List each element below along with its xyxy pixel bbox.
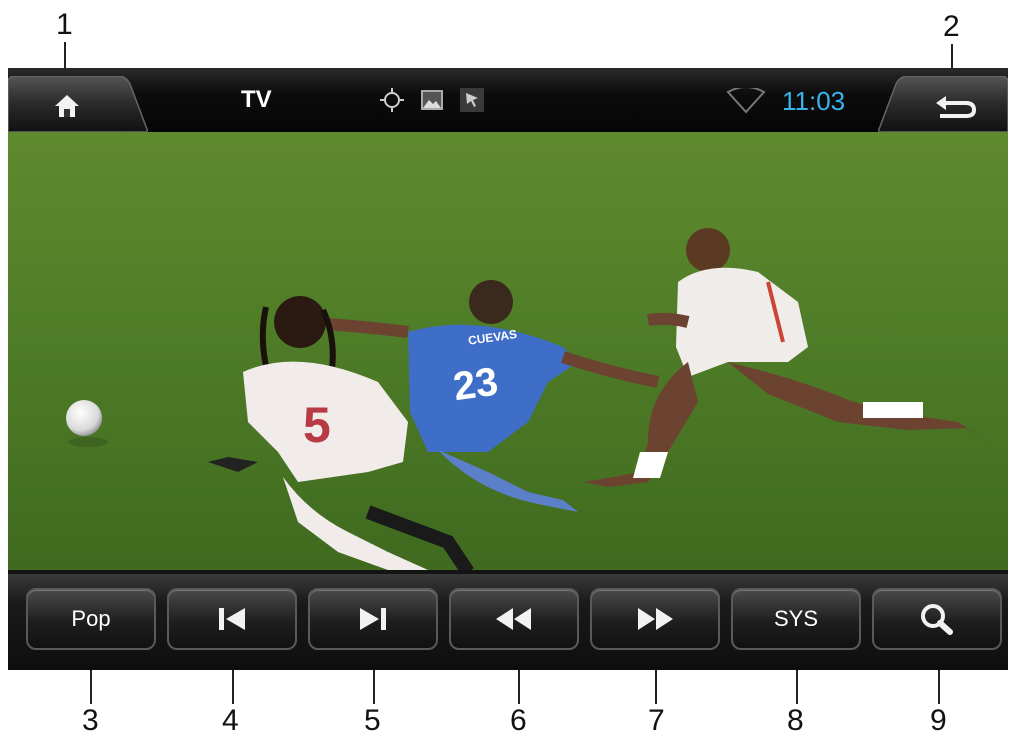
callout-7: 7 bbox=[648, 704, 665, 737]
callout-4: 4 bbox=[222, 704, 239, 737]
callout-9: 9 bbox=[930, 704, 947, 737]
next-icon bbox=[360, 608, 386, 630]
status-icons bbox=[378, 86, 486, 114]
callout-1: 1 bbox=[56, 8, 73, 41]
status-bar: TV 11:03 bbox=[7, 68, 1009, 133]
search-button[interactable] bbox=[872, 588, 1002, 650]
callout-3: 3 bbox=[82, 704, 99, 737]
home-button[interactable] bbox=[7, 75, 150, 133]
football bbox=[66, 400, 102, 436]
video-display[interactable]: 23 CUEVAS 5 bbox=[8, 132, 1008, 570]
previous-icon bbox=[219, 608, 245, 630]
cursor-icon bbox=[458, 86, 486, 114]
rewind-button[interactable] bbox=[449, 588, 579, 650]
home-icon bbox=[55, 95, 79, 117]
back-button[interactable] bbox=[876, 75, 1009, 133]
fast-forward-icon bbox=[638, 608, 673, 630]
previous-button[interactable] bbox=[167, 588, 297, 650]
next-button[interactable] bbox=[308, 588, 438, 650]
gps-crosshair-icon bbox=[378, 86, 406, 114]
clock: 11:03 bbox=[782, 86, 846, 116]
callout-8: 8 bbox=[787, 704, 804, 737]
rewind-icon bbox=[496, 608, 531, 630]
control-bar: Pop SYS bbox=[8, 574, 1008, 670]
jersey-number-blue: 23 bbox=[450, 359, 500, 409]
callout-2: 2 bbox=[943, 10, 960, 43]
fast-forward-button[interactable] bbox=[590, 588, 720, 650]
pop-button[interactable]: Pop bbox=[26, 588, 156, 650]
wifi-icon bbox=[726, 86, 766, 119]
back-arrow-icon bbox=[936, 96, 976, 118]
callout-6: 6 bbox=[510, 704, 527, 737]
picture-icon bbox=[418, 86, 446, 114]
callout-5: 5 bbox=[364, 704, 381, 737]
pop-button-label: Pop bbox=[71, 606, 111, 631]
sys-button-label: SYS bbox=[773, 606, 819, 631]
device-screen: TV 11:03 23 CUEVAS 5 Pop SYS bbox=[7, 68, 1009, 670]
sys-button[interactable]: SYS bbox=[731, 588, 861, 650]
search-icon bbox=[921, 604, 953, 635]
jersey-number-white: 5 bbox=[303, 397, 331, 453]
page-title: TV bbox=[241, 86, 272, 113]
